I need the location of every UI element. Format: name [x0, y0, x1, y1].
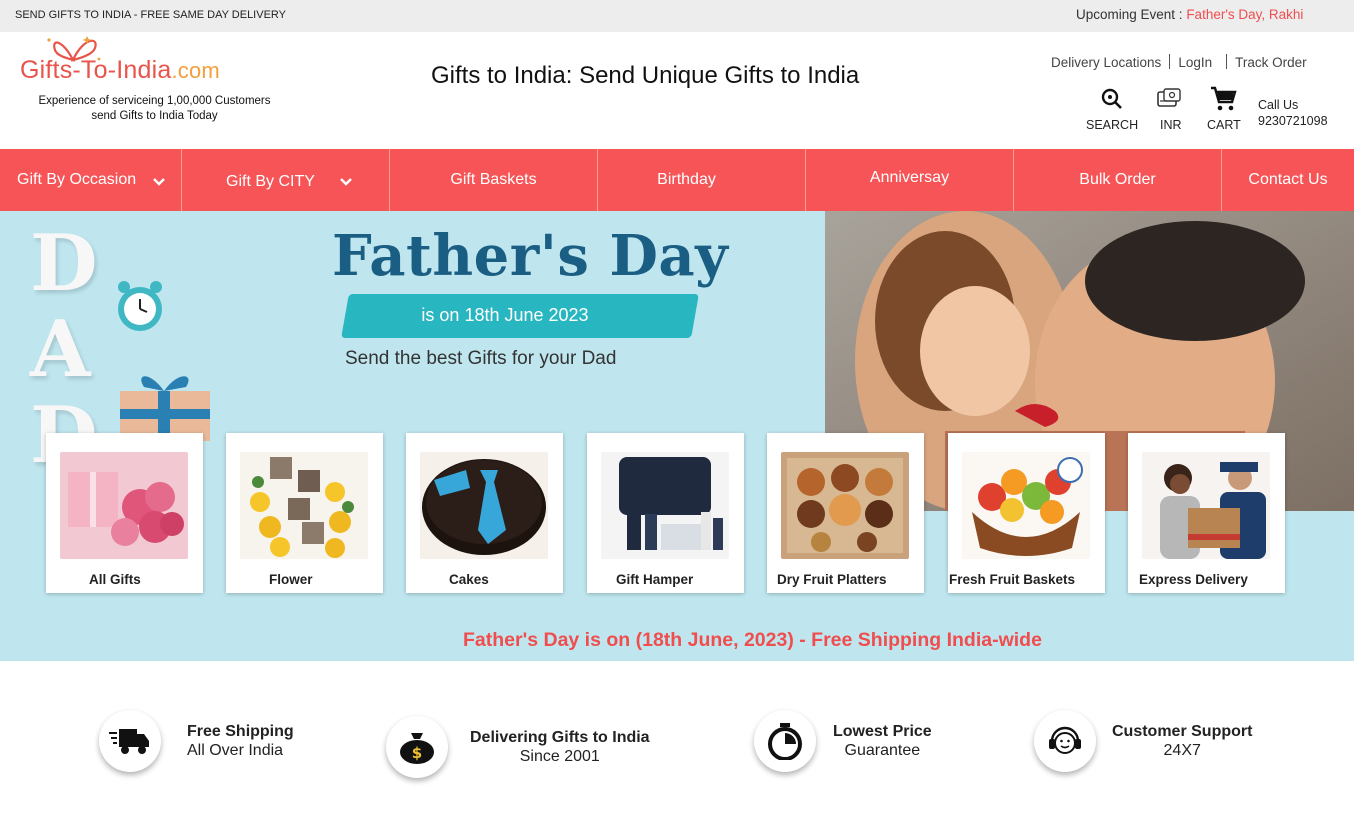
- money-bag-icon: $: [386, 716, 448, 778]
- nav-label: Anniversay: [869, 169, 950, 186]
- feature-free-shipping: Free Shipping All Over India: [99, 710, 294, 772]
- nav-label: Birthday: [657, 171, 716, 188]
- nav-gift-baskets[interactable]: Gift Baskets: [390, 149, 598, 211]
- feature-sub: Since 2001: [519, 748, 600, 765]
- currency-label: INR: [1160, 118, 1182, 132]
- search-button[interactable]: SEARCH: [1086, 86, 1138, 132]
- phone-number: 9230721098: [1258, 114, 1328, 128]
- call-us[interactable]: Call Us 9230721098: [1258, 97, 1328, 129]
- cart-label: CART: [1207, 118, 1241, 132]
- delivery-locations-link[interactable]: Delivery Locations: [1051, 55, 1161, 70]
- hero-title: Father's Day: [332, 223, 729, 289]
- svg-text:$: $: [412, 744, 422, 762]
- category-label: Gift Hamper: [616, 572, 694, 587]
- top-bar: SEND GIFTS TO INDIA - FREE SAME DAY DELI…: [0, 0, 1354, 32]
- feature-sub: 24X7: [1163, 742, 1201, 759]
- category-card-gift-hamper[interactable]: Gift Hamper: [587, 433, 744, 593]
- site-logo[interactable]: Gifts-To-India.com Experience of service…: [15, 32, 275, 148]
- login-link[interactable]: LogIn: [1178, 55, 1212, 70]
- currency-icon: [1154, 86, 1182, 112]
- main-nav: Gift By Occasion Gift By CITY Gift Baske…: [0, 149, 1354, 211]
- category-card-cakes[interactable]: Cakes: [406, 433, 563, 593]
- nav-bulk-order[interactable]: Bulk Order: [1014, 149, 1222, 211]
- alarm-clock-icon: [118, 281, 162, 331]
- feature-since-2001: $ Delivering Gifts to India Since 2001: [386, 716, 650, 778]
- feature-title: Free Shipping: [187, 723, 294, 740]
- account-links: Delivery Locations LogIn Track Order: [1051, 54, 1307, 70]
- upcoming-label: Upcoming Event :: [1076, 7, 1187, 22]
- feature-sub: All Over India: [187, 742, 284, 759]
- divider: [1169, 54, 1171, 69]
- feature-title: Delivering Gifts to India: [470, 729, 650, 746]
- flower-image: [240, 452, 368, 559]
- nav-label: Bulk Order: [1079, 171, 1156, 188]
- search-icon: [1086, 86, 1138, 112]
- search-label: SEARCH: [1086, 118, 1139, 132]
- category-label: Flower: [269, 572, 313, 587]
- cart-icon: [1207, 86, 1241, 112]
- category-label: Fresh Fruit Baskets: [949, 572, 1076, 587]
- category-label: Express Delivery: [1139, 572, 1248, 587]
- track-order-link[interactable]: Track Order: [1235, 55, 1307, 70]
- chevron-down-icon: [153, 178, 165, 186]
- nav-contact-us[interactable]: Contact Us: [1222, 149, 1354, 211]
- feature-sub: Guarantee: [844, 742, 921, 759]
- all-gifts-image: [60, 452, 188, 559]
- hero-banner[interactable]: D A D Father's Day is on 18th June 2023 …: [0, 211, 1354, 661]
- truck-icon: [99, 710, 161, 772]
- logo-tagline: Experience of serviceing 1,00,000 Custom…: [38, 95, 271, 122]
- nav-label: Gift Baskets: [450, 171, 537, 188]
- category-label: Dry Fruit Platters: [777, 572, 887, 587]
- upcoming-event: Upcoming Event : Father's Day, Rakhi: [1076, 7, 1303, 22]
- headset-icon: [1034, 710, 1096, 772]
- category-card-dry-fruit[interactable]: Dry Fruit Platters: [767, 433, 924, 593]
- nav-gift-by-occasion[interactable]: Gift By Occasion: [0, 149, 182, 211]
- feature-title: Lowest Price: [833, 723, 932, 740]
- cake-image: [420, 452, 548, 559]
- nav-gift-by-city[interactable]: Gift By CITY: [182, 149, 390, 211]
- divider: [1226, 54, 1228, 69]
- hero-subtitle: Send the best Gifts for your Dad: [345, 348, 617, 369]
- shipping-announcement: Father's Day is on (18th June, 2023) - F…: [463, 629, 1042, 651]
- chevron-down-icon: [340, 178, 352, 186]
- feature-customer-support: Customer Support 24X7: [1034, 710, 1252, 772]
- feature-lowest-price: Lowest Price Guarantee: [754, 710, 932, 772]
- nav-label: Contact Us: [1248, 171, 1328, 188]
- category-label: Cakes: [449, 572, 489, 587]
- page-title: Gifts to India: Send Unique Gifts to Ind…: [431, 62, 860, 89]
- category-card-all-gifts[interactable]: All Gifts: [46, 433, 203, 593]
- nav-label: Gift By Occasion: [17, 171, 137, 188]
- hero-date: is on 18th June 2023: [421, 305, 589, 325]
- category-card-fresh-fruit[interactable]: Fresh Fruit Baskets: [948, 433, 1105, 593]
- gift-box-icon: [120, 376, 210, 441]
- call-label: Call Us: [1258, 98, 1299, 112]
- logo-brand: Gifts-To-India.com: [20, 56, 220, 84]
- feature-title: Customer Support: [1112, 723, 1253, 740]
- gift-hamper-image: [601, 452, 729, 559]
- upcoming-event-link[interactable]: Father's Day, Rakhi: [1186, 7, 1303, 22]
- nav-label: Gift By CITY: [226, 173, 315, 190]
- nav-birthday[interactable]: Birthday: [598, 149, 806, 211]
- dry-fruit-image: [781, 452, 909, 559]
- cart-button[interactable]: CART: [1207, 86, 1241, 132]
- promo-text: SEND GIFTS TO INDIA - FREE SAME DAY DELI…: [15, 9, 286, 21]
- stopwatch-icon: [754, 710, 816, 772]
- express-delivery-image: [1142, 452, 1270, 559]
- category-label: All Gifts: [89, 572, 141, 587]
- fresh-fruit-image: [962, 452, 1090, 559]
- category-card-express-delivery[interactable]: Express Delivery: [1128, 433, 1285, 593]
- nav-anniversary[interactable]: Anniversay: [806, 149, 1014, 211]
- category-card-flower[interactable]: Flower: [226, 433, 383, 593]
- currency-selector[interactable]: INR: [1154, 86, 1182, 132]
